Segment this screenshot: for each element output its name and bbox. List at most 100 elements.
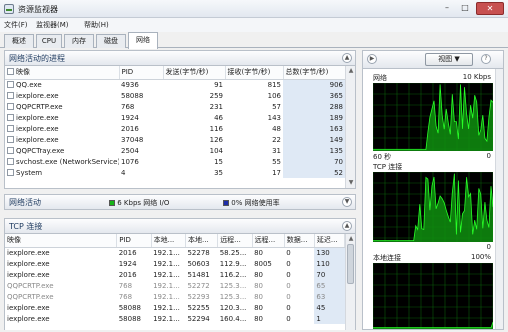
process-row[interactable]: iexplore.exe 1924 46 143 189 (5, 112, 345, 123)
local-connection-graph-label: 本地连接 (373, 254, 401, 262)
process-receive: 17 (272, 168, 281, 177)
process-row[interactable]: QQPCRTP.exe 768 231 57 288 (5, 101, 345, 112)
process-row[interactable]: QQ.exe 4936 91 815 906 (5, 79, 345, 90)
tcp-pid: 768 (118, 292, 133, 301)
tcp-row[interactable]: QQPCRTP.exe 768 192.1... 52293 125.3... 80 0 63 (5, 291, 345, 302)
process-send: 259 (209, 91, 223, 100)
column-header-packet-loss[interactable]: 数据... (284, 234, 315, 248)
menu-help[interactable]: 帮助(H) (84, 20, 109, 30)
process-pid: 768 (121, 102, 135, 111)
row-checkbox[interactable] (7, 146, 14, 154)
menu-monitor[interactable]: 监视器(M) (36, 20, 69, 30)
scroll-up-icon[interactable]: ▲ (347, 235, 355, 243)
expand-icon[interactable]: ▼ (342, 197, 352, 207)
network-io-legend: 6 Kbps 网络 I/O (109, 198, 169, 208)
network-graph-min: 0 (486, 152, 491, 160)
tcp-local-address: 192.1... (153, 281, 180, 290)
tab-disk[interactable]: 磁盘 (96, 34, 126, 48)
column-header-image[interactable]: 映像 (5, 234, 118, 248)
tab-memory[interactable]: 内存 (64, 34, 94, 48)
tcp-remote-port: 80 (254, 303, 263, 312)
row-checkbox[interactable] (7, 113, 14, 121)
resource-monitor-icon (4, 4, 14, 14)
process-image: iexplore.exe (5, 123, 119, 134)
tcp-local-address: 192.1... (153, 259, 180, 268)
collapse-icon[interactable]: ▲ (342, 53, 352, 63)
select-all-checkbox[interactable] (7, 68, 14, 76)
tcp-remote-port: 80 (254, 281, 263, 290)
column-header-receive[interactable]: 接收(字节/秒) (225, 66, 284, 80)
column-header-image[interactable]: 映像 (5, 66, 120, 80)
process-row[interactable]: iexplore.exe 58088 259 106 365 (5, 90, 345, 101)
tcp-row[interactable]: iexplore.exe 1924 192.1... 50603 112.9... 800… (5, 258, 345, 269)
row-checkbox[interactable] (7, 91, 14, 99)
process-pid: 2016 (121, 124, 139, 133)
scroll-up-icon[interactable]: ▲ (347, 67, 355, 75)
row-checkbox[interactable] (7, 168, 14, 176)
process-row[interactable]: iexplore.exe 2016 116 48 163 (5, 123, 345, 134)
row-checkbox[interactable] (7, 157, 14, 165)
tcp-remote-address: 112.9... (219, 259, 247, 268)
tab-cpu[interactable]: CPU (36, 34, 62, 48)
column-header-local-address[interactable]: 本地... (151, 234, 186, 248)
tcp-graph-plot (373, 172, 493, 242)
column-header-remote-port[interactable]: 远程... (252, 234, 285, 248)
tcp-scrollbar[interactable]: ▲ (345, 234, 355, 330)
row-checkbox[interactable] (7, 135, 14, 143)
view-button[interactable]: 视图 ▼ (425, 53, 473, 66)
tcp-latency: 1 (314, 313, 345, 324)
tab-overview[interactable]: 概述 (4, 34, 34, 48)
tcp-row[interactable]: iexplore.exe 58088 192.1... 52294 160.4... 80… (5, 313, 345, 324)
row-checkbox[interactable] (7, 124, 14, 132)
process-row[interactable]: iexplore.exe 37048 126 22 149 (5, 134, 345, 145)
processes-section-title: 网络活动的进程 (9, 54, 65, 63)
process-row[interactable]: System 4 35 17 52 (5, 167, 345, 178)
column-header-send[interactable]: 发送(字节/秒) (163, 66, 226, 80)
collapse-icon[interactable]: ▶ (367, 54, 377, 64)
tcp-remote-port: 8005 (254, 259, 272, 268)
processes-section-header[interactable]: 网络活动的进程 ▲ (4, 50, 356, 66)
maximize-button[interactable]: □ (458, 2, 472, 15)
tcp-table: 映像 PID 本地... 本地... 远程... 远程... 数据... 延迟.… (4, 234, 356, 330)
tcp-local-address: 192.1... (153, 314, 180, 323)
help-icon[interactable]: ? (481, 54, 491, 64)
tcp-local-port: 52294 (187, 314, 210, 323)
graph-pane-scrollbar[interactable] (495, 69, 503, 329)
tcp-row[interactable]: QQPCRTP.exe 768 192.1... 52272 125.3... 80 0 65 (5, 280, 345, 291)
scroll-thumb[interactable] (347, 244, 354, 284)
collapse-icon[interactable]: ▲ (342, 221, 352, 231)
tcp-row[interactable]: iexplore.exe 2016 192.1... 51481 116.2... 80 0… (5, 269, 345, 280)
process-send: 91 (214, 80, 223, 89)
row-checkbox[interactable] (7, 80, 14, 88)
minimize-button[interactable]: – (440, 2, 454, 15)
tcp-section-header[interactable]: TCP 连接 ▲ (4, 218, 356, 234)
network-activity-header[interactable]: 网络活动 6 Kbps 网络 I/O 0% 网络使用率 ▼ (4, 194, 356, 210)
column-header-pid[interactable]: PID (116, 234, 152, 248)
tab-network[interactable]: 网络 (128, 32, 158, 49)
column-header-latency[interactable]: 延迟... (314, 234, 346, 248)
process-send: 46 (214, 113, 223, 122)
column-header-remote-address[interactable]: 远程... (217, 234, 253, 248)
process-receive: 31 (272, 146, 281, 155)
tcp-row[interactable]: iexplore.exe 2016 192.1... 52278 58.25... 80 0… (5, 247, 345, 258)
process-send: 15 (214, 157, 223, 166)
tcp-latency: 70 (314, 269, 345, 280)
menu-file[interactable]: 文件(F) (4, 20, 28, 30)
tcp-packet-loss: 0 (286, 314, 291, 323)
process-row[interactable]: QQPCTray.exe 2504 104 31 135 (5, 145, 345, 156)
tcp-row[interactable]: iexplore.exe 58088 192.1... 52255 120.3... 80… (5, 302, 345, 313)
process-total: 70 (283, 156, 345, 167)
scroll-down-icon[interactable]: ▼ (347, 179, 355, 187)
row-checkbox[interactable] (7, 102, 14, 110)
close-button[interactable]: ✕ (476, 2, 504, 15)
process-row[interactable]: svchost.exe (NetworkService) 1076 15 55 70 (5, 156, 345, 167)
column-header-pid[interactable]: PID (119, 66, 164, 80)
tcp-local-port: 52255 (187, 303, 210, 312)
process-image: iexplore.exe (5, 90, 119, 101)
column-header-local-port[interactable]: 本地... (185, 234, 219, 248)
tcp-image: QQPCRTP.exe (7, 292, 54, 301)
tcp-packet-loss: 0 (286, 303, 291, 312)
column-header-total[interactable]: 总数(字节/秒) (283, 66, 346, 80)
process-receive: 55 (272, 157, 281, 166)
processes-scrollbar[interactable]: ▲ ▼ (345, 66, 355, 188)
